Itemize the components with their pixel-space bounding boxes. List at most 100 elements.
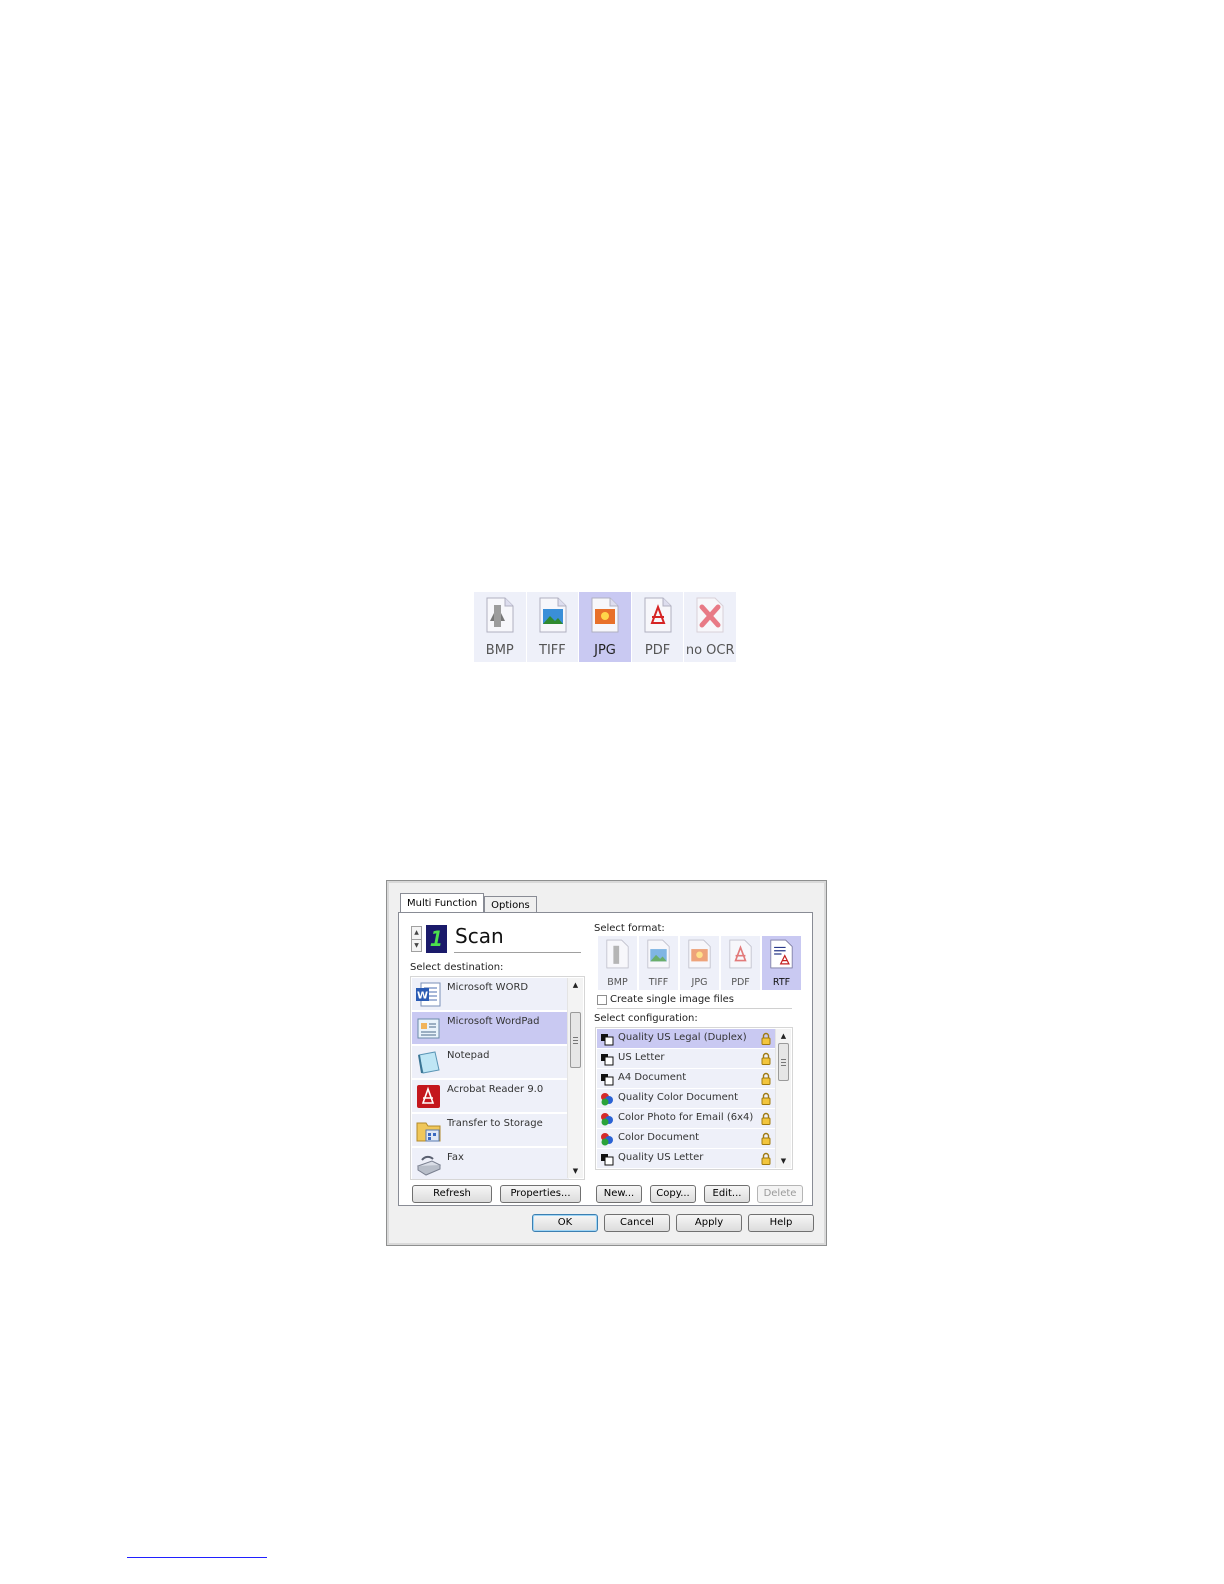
destination-item-label: Acrobat Reader 9.0 bbox=[447, 1084, 544, 1095]
format-bmp[interactable]: BMP bbox=[598, 936, 637, 990]
delete-button[interactable]: Delete bbox=[757, 1185, 803, 1203]
format-tiff[interactable]: TIFF bbox=[639, 936, 678, 990]
destination-item-label: Microsoft WordPad bbox=[447, 1016, 540, 1027]
destination-scrollbar[interactable]: ▲ ▼ bbox=[567, 978, 583, 1178]
lock-icon bbox=[761, 1092, 771, 1105]
format-pdf[interactable]: PDF bbox=[631, 592, 684, 662]
new-button[interactable]: New... bbox=[596, 1185, 642, 1203]
destination-item[interactable]: Microsoft WordPad bbox=[412, 1012, 569, 1045]
format-rtf[interactable]: RTF bbox=[762, 936, 801, 990]
format-strip: BMP TIFF JPG PDF no OCR bbox=[474, 592, 736, 662]
tab-bar: Multi Function Options bbox=[400, 893, 537, 913]
jpg-icon bbox=[591, 597, 619, 633]
lock-icon bbox=[761, 1132, 771, 1145]
format-label: BMP bbox=[485, 643, 514, 658]
properties-button[interactable]: Properties... bbox=[500, 1185, 581, 1203]
destination-label: Select destination: bbox=[410, 962, 504, 973]
wordpad-icon bbox=[417, 1018, 440, 1039]
scroll-down-icon[interactable]: ▼ bbox=[568, 1164, 583, 1178]
storage-folder-icon bbox=[416, 1122, 441, 1142]
format-item-label: PDF bbox=[731, 977, 750, 988]
help-button[interactable]: Help bbox=[748, 1214, 814, 1232]
format-pdf[interactable]: PDF bbox=[721, 936, 760, 990]
notepad-icon bbox=[418, 1051, 440, 1074]
svg-text:W: W bbox=[417, 991, 428, 1002]
format-bmp[interactable]: BMP bbox=[474, 592, 526, 662]
spin-down-icon[interactable]: ▼ bbox=[412, 940, 421, 952]
format-no-ocr[interactable]: no OCR bbox=[684, 592, 736, 662]
configuration-item-label: US Letter bbox=[618, 1052, 665, 1063]
footer-link-underline[interactable] bbox=[127, 1557, 267, 1558]
destination-item-label: Microsoft WORD bbox=[447, 982, 529, 993]
bmp-icon bbox=[606, 939, 629, 969]
destination-item[interactable]: Fax bbox=[412, 1148, 569, 1179]
acrobat-icon bbox=[417, 1085, 440, 1108]
destination-item[interactable]: Notepad bbox=[412, 1046, 569, 1079]
format-item-label: RTF bbox=[772, 977, 791, 988]
configuration-item[interactable]: Color Document bbox=[597, 1129, 775, 1149]
configuration-item[interactable]: Color Photo for Email (6x4) bbox=[597, 1109, 775, 1129]
format-item-label: BMP bbox=[607, 977, 628, 988]
scroll-down-icon[interactable]: ▼ bbox=[776, 1154, 791, 1168]
no-ocr-icon bbox=[696, 597, 724, 633]
refresh-button[interactable]: Refresh bbox=[412, 1185, 492, 1203]
color-config-icon bbox=[601, 1113, 613, 1126]
apply-button[interactable]: Apply bbox=[676, 1214, 742, 1232]
bw-config-icon bbox=[601, 1074, 614, 1086]
lock-icon bbox=[761, 1112, 771, 1125]
divider bbox=[597, 1008, 792, 1009]
scroll-up-icon[interactable]: ▲ bbox=[776, 1029, 791, 1043]
single-image-checkbox[interactable] bbox=[597, 995, 607, 1005]
scroll-up-icon[interactable]: ▲ bbox=[568, 978, 583, 992]
ok-button[interactable]: OK bbox=[532, 1214, 598, 1232]
spin-up-icon[interactable]: ▲ bbox=[412, 927, 421, 940]
jpg-icon bbox=[688, 939, 711, 969]
fax-icon bbox=[416, 1155, 442, 1176]
bmp-icon bbox=[486, 597, 514, 633]
destination-item[interactable]: Transfer to Storage bbox=[412, 1114, 569, 1147]
configuration-item-label: Quality Color Document bbox=[618, 1092, 739, 1103]
pdf-icon bbox=[644, 597, 672, 633]
cancel-button[interactable]: Cancel bbox=[604, 1214, 670, 1232]
lock-icon bbox=[761, 1072, 771, 1085]
configuration-label: Select configuration: bbox=[594, 1013, 698, 1024]
configuration-item[interactable]: A4 Document bbox=[597, 1069, 775, 1089]
format-label: PDF bbox=[644, 643, 671, 658]
event-number-display: 1 bbox=[426, 925, 447, 953]
destination-item[interactable]: W Microsoft WORD bbox=[412, 978, 569, 1011]
configuration-scrollbar[interactable]: ▲ ▼ bbox=[775, 1029, 791, 1168]
destination-item[interactable]: Acrobat Reader 9.0 bbox=[412, 1080, 569, 1113]
tab-multi-function[interactable]: Multi Function bbox=[400, 893, 485, 912]
multi-function-panel: ▲ ▼ 1 Scan Select destination: W Microso… bbox=[398, 912, 813, 1206]
word-icon: W bbox=[416, 982, 441, 1007]
format-label: no OCR bbox=[685, 643, 735, 658]
scroll-thumb[interactable] bbox=[778, 1043, 789, 1081]
event-spinner[interactable]: ▲ ▼ bbox=[411, 926, 422, 952]
configuration-item-label: Color Photo for Email (6x4) bbox=[618, 1112, 754, 1123]
configuration-item[interactable]: Quality Color Document bbox=[597, 1089, 775, 1109]
format-label: JPG bbox=[594, 643, 616, 658]
configuration-item-label: Quality US Letter bbox=[618, 1152, 704, 1163]
format-item-label: JPG bbox=[691, 977, 708, 988]
format-jpg[interactable]: JPG bbox=[579, 592, 631, 662]
bw-config-icon bbox=[601, 1054, 614, 1066]
configuration-item-label: A4 Document bbox=[618, 1072, 687, 1083]
destination-item-label: Transfer to Storage bbox=[447, 1118, 543, 1129]
bw-config-icon bbox=[601, 1034, 614, 1046]
configuration-item-label: Quality US Legal (Duplex) bbox=[618, 1032, 747, 1043]
configuration-item-label: Color Document bbox=[618, 1132, 700, 1143]
tab-options[interactable]: Options bbox=[484, 896, 537, 912]
color-config-icon bbox=[601, 1133, 613, 1146]
format-jpg[interactable]: JPG bbox=[680, 936, 719, 990]
format-item-label: TIFF bbox=[648, 977, 669, 988]
lock-icon bbox=[761, 1152, 771, 1165]
configuration-item[interactable]: Quality US Legal (Duplex) bbox=[597, 1029, 775, 1049]
properties-dialog: Multi Function Options ▲ ▼ 1 Scan Select… bbox=[386, 880, 827, 1246]
edit-button[interactable]: Edit... bbox=[704, 1185, 750, 1203]
pdf-icon bbox=[729, 939, 752, 969]
configuration-item[interactable]: US Letter bbox=[597, 1049, 775, 1069]
scroll-thumb[interactable] bbox=[570, 1012, 581, 1068]
configuration-item[interactable]: Quality US Letter bbox=[597, 1149, 775, 1169]
copy-button[interactable]: Copy... bbox=[650, 1185, 696, 1203]
format-tiff[interactable]: TIFF bbox=[526, 592, 579, 662]
